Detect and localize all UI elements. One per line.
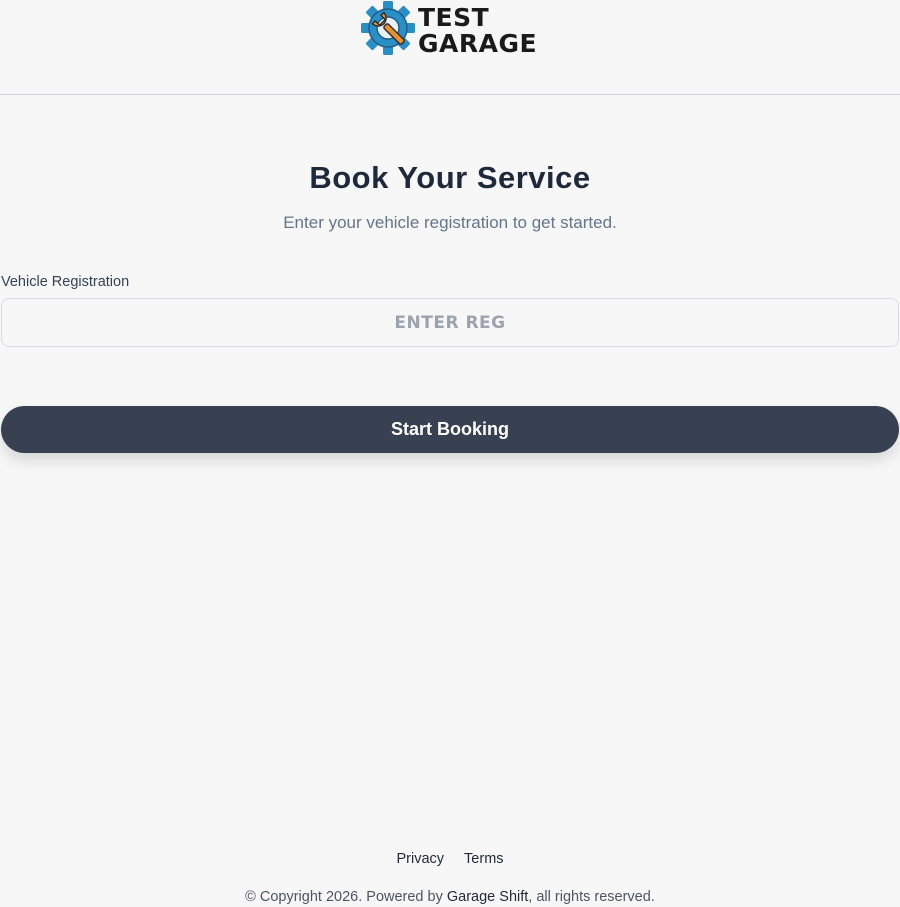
registration-input[interactable] — [1, 298, 899, 347]
start-booking-button[interactable]: Start Booking — [1, 406, 899, 453]
copyright-text: © Copyright 2026. Powered by Garage Shif… — [0, 889, 900, 905]
copyright-prefix: © Copyright 2026. Powered by — [245, 889, 447, 905]
privacy-link[interactable]: Privacy — [396, 851, 444, 867]
site-header: TEST GARAGE — [0, 0, 900, 95]
logo-wordmark: TEST GARAGE — [418, 1, 537, 56]
terms-link[interactable]: Terms — [464, 851, 503, 867]
footer-links: Privacy Terms — [0, 851, 900, 867]
logo-line-2: GARAGE — [418, 28, 538, 58]
copyright-brand[interactable]: Garage Shift — [447, 889, 528, 905]
page-subtitle: Enter your vehicle registration to get s… — [283, 213, 617, 232]
copyright-suffix: , all rights reserved. — [528, 889, 655, 905]
gear-wrench-icon — [361, 1, 415, 55]
page-title: Book Your Service — [309, 160, 591, 195]
logo-line-1: TEST — [418, 2, 490, 32]
registration-label: Vehicle Registration — [1, 274, 130, 290]
garage-logo[interactable]: TEST GARAGE — [360, 0, 544, 56]
